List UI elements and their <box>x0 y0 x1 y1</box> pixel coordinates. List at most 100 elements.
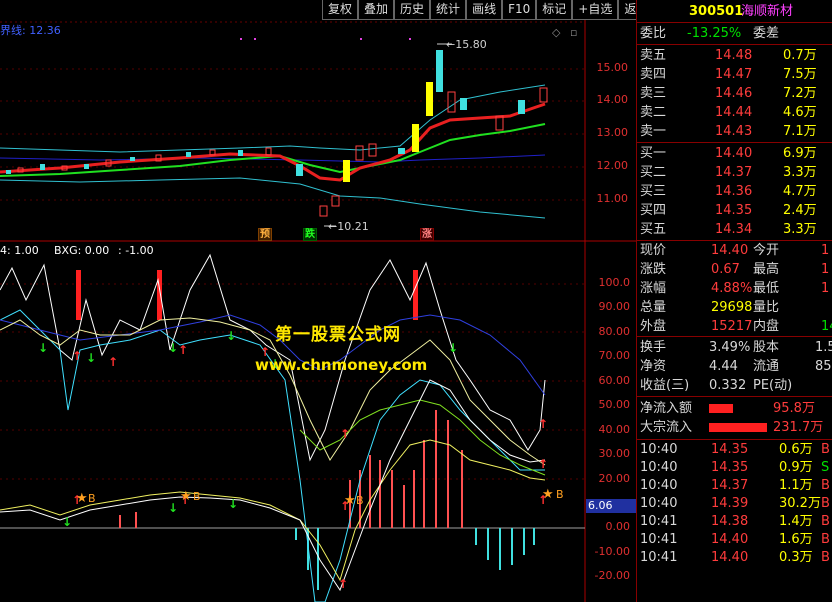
watermark-title: 第一股票公式网 <box>275 325 401 345</box>
buy-price: 14.35 <box>715 203 753 218</box>
stat-label: 总量 <box>640 300 667 315</box>
tb-add-watchlist-button[interactable]: +自选 <box>572 0 619 20</box>
stock-code: 300501 <box>689 4 744 19</box>
tick-row: 10:40 14.37 1.1万 B <box>637 477 832 495</box>
svg-text:↑: ↑ <box>338 577 348 591</box>
y-tick: 20.00 <box>598 472 631 485</box>
quote-row: 净流入额 95.8万 <box>637 400 832 418</box>
y-tick: -10.00 <box>594 545 630 558</box>
high-price-label: ←15.80 <box>446 38 487 51</box>
tb-overlay-button[interactable]: 叠加 <box>358 0 395 20</box>
tb-restore-rights-button[interactable]: 复权 <box>322 0 359 20</box>
stat-label: 量比 <box>753 300 780 315</box>
sell-price: 14.47 <box>715 67 753 82</box>
stat-label: 涨跌 <box>640 262 667 277</box>
tick-time: 10:40 <box>640 478 678 493</box>
stat-label: 股本 <box>753 340 780 355</box>
y-tick: 13.00 <box>596 126 629 139</box>
tick-row: 10:40 14.35 0.9万 S <box>637 459 832 477</box>
svg-text:↑: ↑ <box>72 349 82 363</box>
tick-direction: B <box>821 550 830 565</box>
buy-level-label: 买一 <box>640 146 667 161</box>
stat-value: 3.49% <box>709 340 751 355</box>
buy-row: 买三 14.36 4.7万 <box>637 183 832 201</box>
tick-time: 10:40 <box>640 442 678 457</box>
sell-volume: 4.6万 <box>783 105 817 120</box>
buy-volume: 4.7万 <box>783 184 817 199</box>
ma-green-line <box>0 123 546 177</box>
svg-text:↑: ↑ <box>538 417 548 431</box>
stat-label: PE(动) <box>753 378 793 393</box>
quote-panel: 300501 海顺新材 委比 -13.25% 委差 卖五 14.48 0.7万卖… <box>636 0 832 602</box>
stat-row: 涨幅 4.88% 最低 1 <box>637 280 832 298</box>
svg-text:↓: ↓ <box>228 497 238 511</box>
sell-level-label: 卖五 <box>640 48 667 63</box>
sell-level-label: 卖四 <box>640 67 667 82</box>
tb-f10-button[interactable]: F10 <box>502 0 537 20</box>
star-marks: ★ ★ ★ ★ <box>76 487 554 508</box>
ma-red-line <box>0 102 546 182</box>
kline-chart-canvas[interactable]: ↓ ↓ ↓ ↓ ↓ ↓ ↑ ↑ ↑ ↑ ↑ ↑ ↑ ↓ ↓ ↓ ↑ ↑ ↑ ↑ … <box>0 0 636 602</box>
tick-row: 10:40 14.35 0.6万 B <box>637 441 832 459</box>
b-mark: B <box>88 492 96 505</box>
buy-volume: 2.4万 <box>783 203 817 218</box>
svg-text:↓: ↓ <box>38 341 48 355</box>
tick-row: 10:41 14.40 1.6万 B <box>637 531 832 549</box>
tick-direction: B <box>821 532 830 547</box>
stat-label: 净资 <box>640 359 667 374</box>
stat-label: 换手 <box>640 340 667 355</box>
y-tick: 80.00 <box>598 325 631 338</box>
tb-stats-button[interactable]: 统计 <box>430 0 467 20</box>
buy-volume: 3.3万 <box>783 222 817 237</box>
tick-volume: 30.2万 <box>779 496 821 511</box>
sell-row: 卖三 14.46 7.2万 <box>637 85 832 103</box>
block-inflow-value: 231.7万 <box>773 420 824 435</box>
tick-volume: 1.6万 <box>779 532 813 547</box>
svg-text:↑: ↑ <box>538 457 548 471</box>
tick-row: 10:40 14.39 30.2万 B <box>637 495 832 513</box>
tick-row: 10:41 14.40 0.3万 B <box>637 549 832 567</box>
svg-text:↑: ↑ <box>178 343 188 357</box>
signal-bar <box>157 270 162 320</box>
y-tick: 11.00 <box>596 192 629 205</box>
stat-value: 14 <box>821 319 832 334</box>
tb-history-button[interactable]: 历史 <box>394 0 431 20</box>
buy-price: 14.37 <box>715 165 753 180</box>
y-tick: 12.00 <box>596 159 629 172</box>
stat-value: 853 <box>815 359 832 374</box>
lower-band-line <box>0 177 546 219</box>
tick-time: 10:40 <box>640 460 678 475</box>
tick-volume: 0.6万 <box>779 442 813 457</box>
y-tick: 14.00 <box>596 93 629 106</box>
weibi-value: -13.25% <box>687 26 742 41</box>
tag-rise: 涨 <box>420 228 434 241</box>
diamond-icon[interactable]: ◇ <box>552 26 560 39</box>
buy-price: 14.36 <box>715 184 753 199</box>
tb-draw-button[interactable]: 画线 <box>466 0 503 20</box>
buy-row: 买二 14.37 3.3万 <box>637 164 832 182</box>
y-tick: 30.00 <box>598 447 631 460</box>
tick-direction: B <box>821 496 830 511</box>
sell-row: 卖二 14.44 4.6万 <box>637 104 832 122</box>
indicator-label-a: 4: 1.00 <box>0 244 39 257</box>
y-tick: 50.00 <box>598 398 631 411</box>
tb-mark-button[interactable]: 标记 <box>536 0 573 20</box>
svg-text:★: ★ <box>542 487 554 502</box>
chart-area[interactable]: ↓ ↓ ↓ ↓ ↓ ↓ ↑ ↑ ↑ ↑ ↑ ↑ ↑ ↓ ↓ ↓ ↑ ↑ ↑ ↑ … <box>0 0 655 602</box>
sell-row: 卖四 14.47 7.5万 <box>637 66 832 84</box>
tick-time: 10:41 <box>640 532 678 547</box>
weibi-label: 委比 <box>640 26 667 41</box>
tick-price: 14.38 <box>711 514 749 529</box>
tick-time: 10:40 <box>640 496 678 511</box>
stat-value: 0.332 <box>709 378 747 393</box>
stat-value: 0.67 <box>711 262 740 277</box>
stat-value: 14.40 <box>711 243 749 258</box>
sell-volume: 0.7万 <box>783 48 817 63</box>
tick-direction: B <box>821 514 830 529</box>
y-tick: 70.00 <box>598 349 631 362</box>
tick-time: 10:41 <box>640 514 678 529</box>
low-price-label: ←10.21 <box>328 220 369 233</box>
stat-value: 4.44 <box>709 359 738 374</box>
window-toggle-icon[interactable]: ▫ <box>570 26 577 39</box>
stat-row: 现价 14.40 今开 1 <box>637 242 832 260</box>
